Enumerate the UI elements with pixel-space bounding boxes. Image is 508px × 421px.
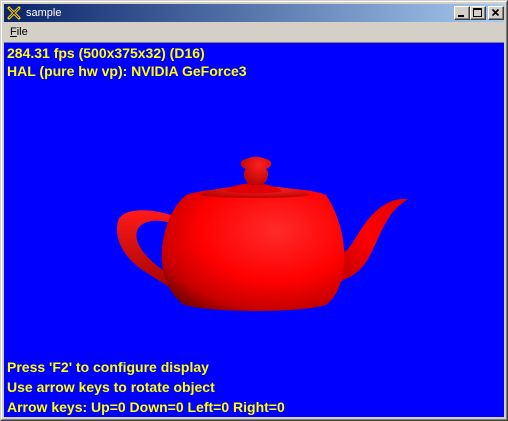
help-line-config: Press 'F2' to configure display: [7, 359, 209, 375]
help-line-arrow-keys: Arrow keys: Up=0 Down=0 Left=0 Right=0: [7, 399, 285, 415]
minimize-button[interactable]: [454, 6, 470, 20]
teapot-body: [161, 187, 345, 311]
menu-bar: File: [4, 23, 504, 42]
menu-file-accelerator: F: [10, 26, 17, 38]
device-info-text: HAL (pure hw vp): NVIDIA GeForce3: [7, 63, 247, 79]
menu-file[interactable]: File: [10, 26, 28, 39]
maximize-button[interactable]: [470, 6, 486, 20]
title-bar[interactable]: sample: [4, 4, 504, 22]
teapot-knob: [240, 156, 272, 185]
app-window: sample File 284.31 fps (500x375x32) (D16…: [0, 0, 508, 421]
close-button[interactable]: [488, 6, 504, 20]
maximize-icon: [473, 8, 482, 17]
window-title: sample: [26, 7, 62, 19]
close-icon: [491, 8, 500, 17]
minimize-icon: [458, 15, 464, 17]
help-line-rotate: Use arrow keys to rotate object: [7, 379, 215, 395]
menu-file-label: ile: [16, 26, 28, 38]
fps-stats-text: 284.31 fps (500x375x32) (D16): [7, 45, 205, 61]
teapot-spout: [334, 199, 408, 283]
directx-x-icon[interactable]: [7, 6, 21, 20]
render-viewport[interactable]: 284.31 fps (500x375x32) (D16) HAL (pure …: [4, 42, 504, 417]
